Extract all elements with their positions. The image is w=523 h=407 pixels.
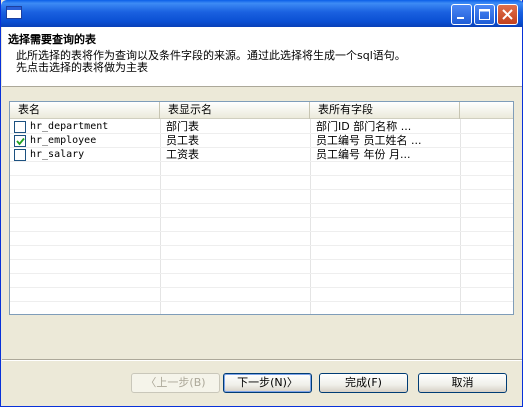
column-header-all-fields[interactable]: 表所有字段 [310, 102, 460, 119]
dialog-window: 选择需要查询的表 此所选择的表将作为查询以及条件字段的来源。通过此选择将生成一个… [0, 0, 523, 407]
row-checkbox[interactable] [14, 121, 26, 133]
fields-cell: 部门ID 部门名称 ... [316, 120, 412, 133]
page-title: 选择需要查询的表 [8, 33, 96, 46]
table-name-cell: hr_department [30, 121, 109, 132]
row-checkbox-checked[interactable] [14, 135, 26, 147]
table-header: 表名 表显示名 表所有字段 [10, 102, 513, 119]
table-row[interactable]: hr_employee 员工表 员工编号 员工姓名 ... [10, 134, 513, 148]
row-divider [10, 217, 513, 218]
row-divider [10, 273, 513, 274]
table-name-cell: hr_salary [30, 149, 85, 160]
table-row[interactable]: hr_salary 工资表 员工编号 年份 月... [10, 148, 513, 162]
finish-button[interactable]: 完成(F) [319, 373, 408, 393]
close-button[interactable] [497, 4, 518, 25]
table-selection-grid[interactable]: 表名 表显示名 表所有字段 hr_department 部门表 部门ID 部门名… [9, 101, 514, 315]
minimize-icon [457, 17, 464, 19]
table-row[interactable]: hr_department 部门表 部门ID 部门名称 ... [10, 120, 513, 134]
title-bar[interactable] [1, 0, 523, 27]
display-name-cell: 员工表 [166, 134, 199, 147]
wizard-header: 选择需要查询的表 此所选择的表将作为查询以及条件字段的来源。通过此选择将生成一个… [2, 27, 522, 87]
checkmark-icon [16, 137, 25, 146]
row-divider [10, 231, 513, 232]
table-name-cell: hr_employee [30, 135, 97, 146]
display-name-cell: 工资表 [166, 148, 199, 161]
row-divider [10, 203, 513, 204]
next-button[interactable]: 下一步(N)〉 [223, 373, 312, 393]
page-description: 此所选择的表将作为查询以及条件字段的来源。通过此选择将生成一个sql语句。 先点… [16, 50, 406, 74]
description-line-2: 先点击选择的表将做为主表 [16, 61, 148, 74]
maximize-icon [479, 9, 490, 20]
column-header-display-name[interactable]: 表显示名 [160, 102, 310, 119]
close-icon [502, 9, 513, 20]
row-divider [10, 189, 513, 190]
back-button[interactable]: 〈上一步(B) [131, 373, 220, 393]
fields-cell: 员工编号 年份 月... [316, 148, 411, 161]
display-name-cell: 部门表 [166, 120, 199, 133]
minimize-button[interactable] [451, 4, 472, 25]
button-separator [2, 359, 522, 361]
row-checkbox[interactable] [14, 149, 26, 161]
column-header-table-name[interactable]: 表名 [10, 102, 160, 119]
cancel-button[interactable]: 取消 [418, 373, 507, 393]
maximize-button[interactable] [474, 4, 495, 25]
row-divider [10, 175, 513, 176]
row-divider [10, 287, 513, 288]
fields-cell: 员工编号 员工姓名 ... [316, 134, 422, 147]
row-divider [10, 301, 513, 302]
row-divider [10, 259, 513, 260]
row-divider [10, 245, 513, 246]
window-icon [6, 6, 22, 19]
